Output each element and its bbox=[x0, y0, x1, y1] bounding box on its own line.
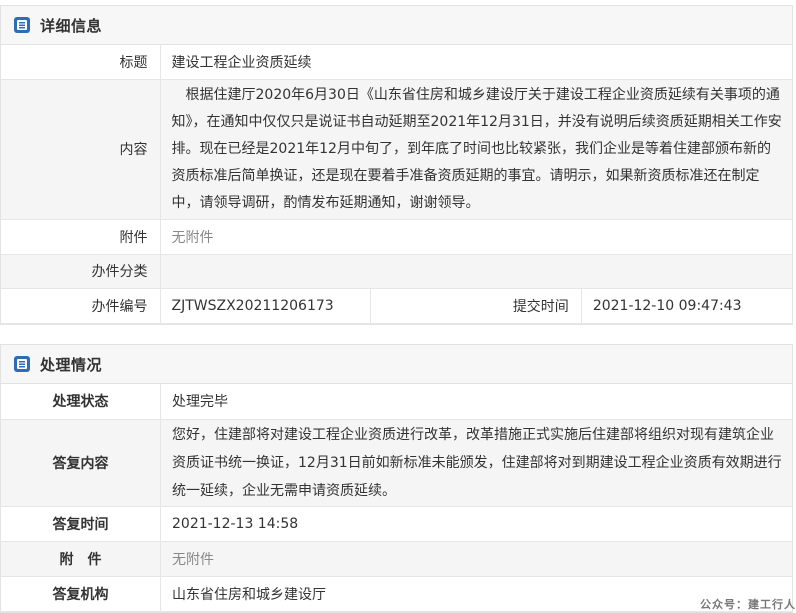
detail-row-category: 办件分类 bbox=[1, 254, 792, 289]
submit-time-label: 提交时间 bbox=[370, 288, 582, 324]
handling-attachment-label: 附 件 bbox=[1, 541, 161, 577]
subject-label: 标题 bbox=[1, 45, 161, 80]
category-label: 办件分类 bbox=[1, 254, 161, 289]
handling-attachment-value: 无附件 bbox=[160, 541, 792, 577]
detail-row-subject: 标题 建设工程企业资质延续 bbox=[1, 45, 792, 80]
content-label: 内容 bbox=[1, 79, 161, 220]
detail-panel-title: 详细信息 bbox=[40, 16, 103, 35]
detail-row-content: 内容 根据住建厅2020年6月30日《山东省住房和城乡建设厅关于建设工程企业资质… bbox=[1, 79, 792, 220]
content-value: 根据住建厅2020年6月30日《山东省住房和城乡建设厅关于建设工程企业资质延续有… bbox=[171, 86, 782, 211]
handling-panel: 处理情况 处理状态 处理完毕 答复内容 您好，住建部将对建设工程企业资质进行改革… bbox=[0, 344, 793, 613]
number-label: 办件编号 bbox=[1, 288, 161, 324]
category-value bbox=[160, 254, 792, 289]
detail-table: 标题 建设工程企业资质延续 内容 根据住建厅2020年6月30日《山东省住房和城… bbox=[1, 45, 792, 324]
handling-table: 处理状态 处理完毕 答复内容 您好，住建部将对建设工程企业资质进行改革，改革措施… bbox=[1, 384, 792, 612]
number-value: ZJTWSZX20211206173 bbox=[160, 288, 372, 324]
reply-time-label: 答复时间 bbox=[1, 506, 161, 542]
detail-panel: 详细信息 标题 建设工程企业资质延续 内容 根据住建厅2020年6月30日《山东… bbox=[0, 5, 793, 325]
subject-value: 建设工程企业资质延续 bbox=[160, 45, 792, 80]
org-label: 答复机构 bbox=[1, 576, 161, 612]
status-value: 处理完毕 bbox=[160, 384, 792, 420]
handling-row-org: 答复机构 山东省住房和城乡建设厅 bbox=[1, 576, 792, 612]
reply-label: 答复内容 bbox=[1, 419, 161, 507]
reply-value: 您好，住建部将对建设工程企业资质进行改革，改革措施正式实施后住建部将组织对现有建… bbox=[172, 426, 782, 499]
handling-row-status: 处理状态 处理完毕 bbox=[1, 384, 792, 420]
handling-row-reply-time: 答复时间 2021-12-13 14:58 bbox=[1, 506, 792, 542]
document-list-icon bbox=[14, 356, 30, 372]
detail-row-attachment: 附件 无附件 bbox=[1, 219, 792, 255]
handling-row-attachment: 附 件 无附件 bbox=[1, 541, 792, 577]
status-label: 处理状态 bbox=[1, 384, 161, 420]
watermark: 公众号：建工行人 bbox=[700, 598, 796, 611]
detail-panel-header: 详细信息 bbox=[1, 6, 792, 45]
submit-time-value: 2021-12-10 09:47:43 bbox=[581, 288, 792, 324]
attachment-value: 无附件 bbox=[160, 219, 792, 255]
handling-row-reply: 答复内容 您好，住建部将对建设工程企业资质进行改革，改革措施正式实施后住建部将组… bbox=[1, 419, 792, 507]
reply-time-value: 2021-12-13 14:58 bbox=[160, 506, 792, 542]
handling-panel-header: 处理情况 bbox=[1, 345, 792, 384]
document-list-icon bbox=[14, 17, 30, 33]
org-value: 山东省住房和城乡建设厅 bbox=[160, 576, 792, 612]
detail-row-number: 办件编号 ZJTWSZX20211206173 提交时间 2021-12-10 … bbox=[1, 288, 792, 324]
attachment-label: 附件 bbox=[1, 219, 161, 255]
handling-panel-title: 处理情况 bbox=[40, 355, 103, 374]
